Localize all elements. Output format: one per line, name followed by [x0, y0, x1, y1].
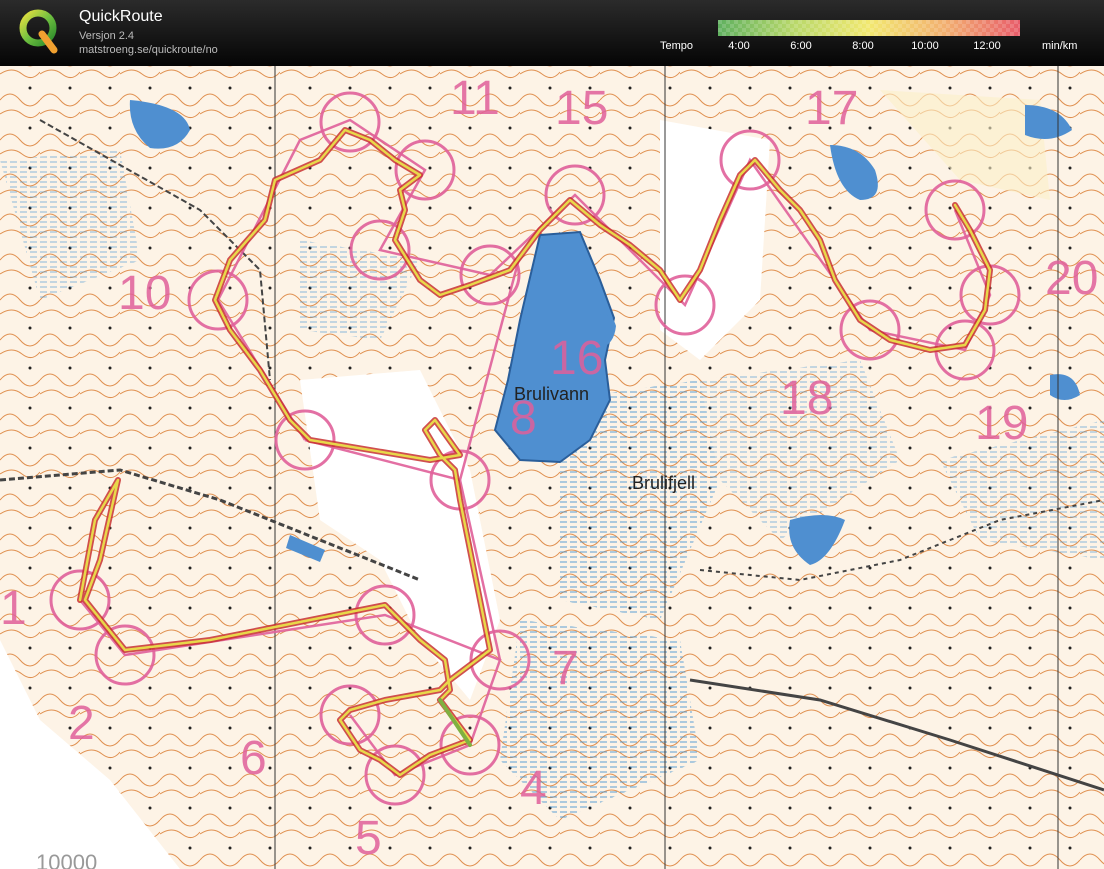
app-url-link[interactable]: matstroeng.se/quickroute/no: [79, 44, 218, 56]
tempo-tick: 6:00: [790, 40, 812, 52]
control-number: 11: [450, 72, 500, 125]
control-number: 15: [555, 82, 609, 135]
tempo-tick: 8:00: [852, 40, 874, 52]
control-number: 7: [552, 642, 579, 695]
control-number: 1: [0, 582, 27, 635]
control-number: 17: [805, 82, 859, 135]
control-number: 16: [550, 332, 604, 385]
control-number: 5: [355, 812, 382, 865]
tempo-unit: min/km: [1042, 40, 1078, 52]
place-label: Brulifjell: [632, 473, 696, 493]
tempo-color-scale: [718, 20, 1020, 36]
map-canvas: [0, 66, 1104, 869]
app-version: Versjon 2.4: [79, 30, 135, 42]
app-header: QuickRoute Versjon 2.4 matstroeng.se/qui…: [0, 0, 1104, 66]
tempo-tick: 12:00: [973, 40, 1001, 52]
app-title: QuickRoute: [79, 8, 163, 25]
tempo-tick: 4:00: [728, 40, 750, 52]
control-number: 18: [780, 372, 834, 425]
control-number: 10: [118, 267, 172, 320]
control-number: 6: [240, 732, 267, 785]
tempo-tick: 10:00: [911, 40, 939, 52]
lake-label: Brulivann: [514, 384, 590, 404]
control-number: 20: [1045, 252, 1099, 305]
control-number: 4: [520, 762, 547, 815]
map-scale: 10000: [30, 850, 104, 869]
quickroute-logo-icon: [19, 9, 58, 54]
orienteering-map[interactable]: 1 2 4 5 6 7 8 10 11 15 16 17 18 19 20 Br…: [0, 66, 1104, 869]
control-number: 2: [68, 697, 95, 750]
tempo-label: Tempo: [660, 40, 694, 52]
control-number: 19: [975, 397, 1029, 450]
